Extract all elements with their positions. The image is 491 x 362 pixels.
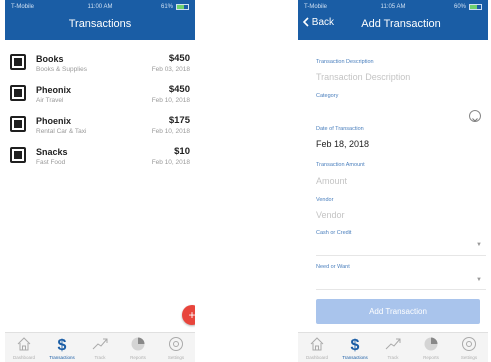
transaction-date: Feb 03, 2018	[151, 66, 190, 73]
battery-icon	[469, 4, 482, 10]
tab-settings[interactable]: Settings	[450, 333, 488, 362]
battery-text: 61%	[160, 4, 173, 10]
tab-label: Settings	[167, 355, 185, 360]
tab-transactions[interactable]: $ Transactions	[43, 333, 81, 362]
tab-track[interactable]: Track	[81, 333, 119, 362]
transaction-date: Feb 10, 2018	[151, 128, 190, 135]
transaction-list: Books Books & Supplies $450 Feb 03, 2018…	[5, 48, 195, 172]
status-bar: T-Mobile 11:05 AM 60%	[298, 0, 488, 14]
amount-input[interactable]: Amount	[316, 176, 347, 186]
home-icon	[17, 337, 31, 351]
description-input[interactable]: Transaction Description	[316, 72, 410, 82]
nav-bar: T-Mobile 11:00 AM 61% Transactions	[5, 0, 195, 40]
dollar-icon: $	[58, 337, 67, 352]
add-transaction-fab[interactable]: +	[182, 305, 195, 325]
transaction-name: Snacks	[36, 147, 68, 157]
pie-icon	[424, 337, 438, 351]
battery-text: 60%	[453, 4, 466, 10]
transactions-screen: T-Mobile 11:00 AM 61% Transactions Books…	[5, 0, 195, 362]
svg-text:$: $	[351, 337, 360, 352]
tab-label: Track	[387, 355, 399, 360]
tab-label: Transactions	[342, 355, 368, 360]
need-want-label: Need or Want	[316, 264, 350, 270]
transaction-name: Pheonix	[36, 85, 72, 95]
tab-label: Settings	[460, 355, 478, 360]
grid-icon	[10, 54, 26, 70]
tab-label: Track	[94, 355, 106, 360]
vendor-input[interactable]: Vendor	[316, 210, 345, 220]
vendor-label: Vendor	[316, 197, 334, 203]
tab-label: Dashboard	[12, 355, 35, 360]
list-item[interactable]: Pheonix Air Travel $450 Feb 10, 2018	[5, 79, 195, 110]
page-title: Transactions	[68, 18, 132, 30]
page-title: Add Transaction	[361, 18, 441, 30]
tab-reports[interactable]: Reports	[412, 333, 450, 362]
transaction-date: Feb 10, 2018	[151, 159, 190, 166]
grid-icon	[10, 116, 26, 132]
dollar-icon: $	[351, 337, 360, 352]
tab-label: Reports	[130, 355, 146, 360]
tab-label: Reports	[423, 355, 439, 360]
tab-track[interactable]: Track	[374, 333, 412, 362]
description-label: Transaction Description	[316, 59, 374, 65]
date-label: Date of Transaction	[316, 126, 364, 132]
list-item[interactable]: Snacks Fast Food $10 Feb 10, 2018	[5, 141, 195, 172]
gear-icon	[169, 337, 183, 351]
svg-text:$: $	[58, 337, 67, 352]
transaction-amount: $450	[168, 84, 190, 95]
tab-bar: Dashboard $ Transactions Track Reports S…	[298, 332, 488, 362]
chevron-down-icon	[472, 118, 478, 122]
transaction-date: Feb 10, 2018	[151, 97, 190, 104]
amount-label: Transaction Amount	[316, 162, 365, 168]
transaction-category: Fast Food	[36, 159, 66, 166]
transaction-category: Air Travel	[36, 97, 64, 104]
status-bar: T-Mobile 11:00 AM 61%	[5, 0, 195, 14]
tab-reports[interactable]: Reports	[119, 333, 157, 362]
category-label: Category	[316, 93, 339, 99]
battery-icon	[176, 4, 189, 10]
transaction-name: Phoenix	[36, 116, 72, 126]
add-transaction-button[interactable]: Add Transaction	[316, 299, 480, 324]
grid-icon	[10, 85, 26, 101]
trend-icon	[385, 338, 401, 350]
date-field[interactable]: Feb 18, 2018	[316, 139, 369, 149]
category-dropdown[interactable]	[469, 110, 481, 122]
list-item[interactable]: Phoenix Rental Car & Taxi $175 Feb 10, 2…	[5, 110, 195, 141]
need-want-select[interactable]	[316, 289, 486, 290]
transaction-amount: $175	[168, 115, 190, 126]
tab-dashboard[interactable]: Dashboard	[298, 333, 336, 362]
pie-icon	[131, 337, 145, 351]
transaction-amount: $10	[174, 146, 190, 157]
add-transaction-screen: T-Mobile 11:05 AM 60% Back Add Transacti…	[298, 0, 488, 362]
transaction-category: Rental Car & Taxi	[36, 128, 87, 135]
grid-icon	[10, 147, 26, 163]
tab-label: Dashboard	[305, 355, 328, 360]
caret-down-icon[interactable]: ▼	[476, 277, 482, 283]
tab-transactions[interactable]: $ Transactions	[336, 333, 374, 362]
tab-bar: Dashboard $ Transactions Track Reports S…	[5, 332, 195, 362]
cash-credit-label: Cash or Credit	[316, 230, 352, 236]
caret-down-icon[interactable]: ▼	[476, 242, 482, 248]
gear-icon	[462, 337, 476, 351]
nav-bar: T-Mobile 11:05 AM 60% Back Add Transacti…	[298, 0, 488, 40]
tab-label: Transactions	[49, 355, 75, 360]
transaction-amount: $450	[168, 53, 190, 64]
home-icon	[310, 337, 324, 351]
transaction-name: Books	[36, 54, 64, 64]
trend-icon	[92, 338, 108, 350]
tab-dashboard[interactable]: Dashboard	[5, 333, 43, 362]
transaction-category: Books & Supplies	[36, 66, 87, 73]
list-item[interactable]: Books Books & Supplies $450 Feb 03, 2018	[5, 48, 195, 79]
cash-credit-select[interactable]	[316, 255, 486, 256]
tab-settings[interactable]: Settings	[157, 333, 195, 362]
